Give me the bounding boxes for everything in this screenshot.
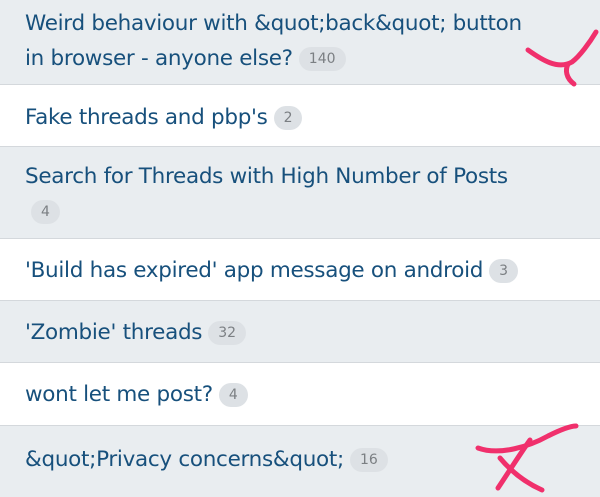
- thread-row[interactable]: wont let me post? 4: [0, 363, 600, 426]
- thread-title[interactable]: wont let me post?: [25, 382, 213, 407]
- reply-count-badge: 4: [31, 200, 60, 224]
- thread-title[interactable]: Weird behaviour with &quot;back&quot; bu…: [25, 11, 522, 71]
- thread-row[interactable]: Fake threads and pbp's 2: [0, 85, 600, 147]
- reply-count-badge: 2: [273, 106, 303, 130]
- thread-title[interactable]: &quot;Privacy concerns&quot;: [25, 447, 344, 472]
- thread-title[interactable]: Search for Threads with High Number of P…: [25, 164, 508, 189]
- thread-title[interactable]: 'Build has expired' app message on andro…: [25, 258, 483, 283]
- thread-row[interactable]: 'Build has expired' app message on andro…: [0, 239, 600, 301]
- thread-row[interactable]: 'Zombie' threads 32: [0, 301, 600, 363]
- thread-row[interactable]: Weird behaviour with &quot;back&quot; bu…: [0, 0, 600, 85]
- thread-title[interactable]: 'Zombie' threads: [25, 320, 203, 345]
- reply-count-badge: 32: [208, 321, 247, 345]
- reply-count-badge: 3: [489, 259, 519, 283]
- thread-row[interactable]: &quot;Privacy concerns&quot; 16: [0, 426, 600, 497]
- thread-title[interactable]: Fake threads and pbp's: [25, 105, 268, 130]
- reply-count-badge: 140: [298, 47, 346, 71]
- reply-count-badge: 4: [218, 383, 248, 407]
- thread-row[interactable]: Search for Threads with High Number of P…: [0, 147, 600, 239]
- reply-count-badge: 16: [349, 448, 388, 472]
